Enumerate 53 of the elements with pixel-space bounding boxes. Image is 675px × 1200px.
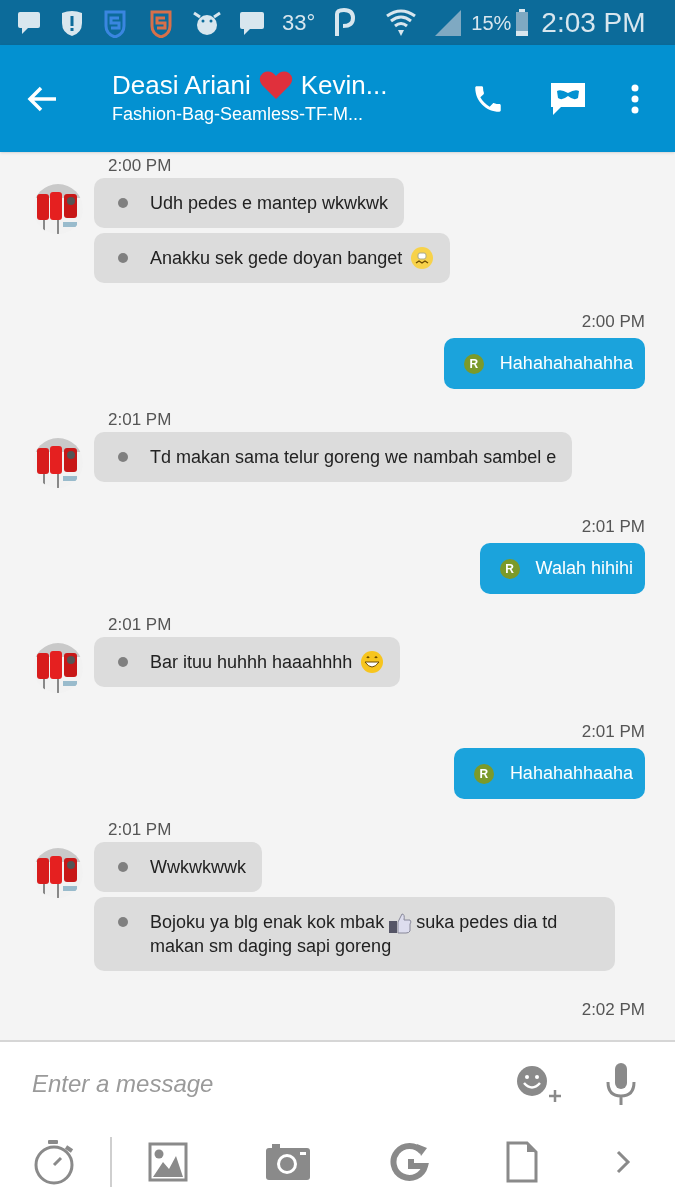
back-arrow-icon [26, 84, 58, 113]
image-icon [148, 1142, 188, 1182]
chat-title: Deasi Ariani [112, 68, 251, 102]
message-text: Td makan sama telur goreng we nambah sambel e [150, 446, 557, 469]
timer-button[interactable] [34, 1139, 76, 1185]
clock: 2:03 PM [541, 5, 646, 40]
signal-icon [433, 8, 464, 37]
thumbs-up-icon [388, 912, 413, 935]
message-text: Anakku sek gede doyan banget [150, 247, 403, 270]
chat-subtitle: Fashion-Bag-Seamless-TF-M... [112, 103, 365, 127]
gallery-button[interactable] [148, 1142, 188, 1182]
microphone-icon [605, 1062, 637, 1106]
temperature: 33° [282, 9, 316, 37]
worried-emoji-icon [410, 246, 435, 270]
message-text: Walah hihihi [535, 557, 633, 580]
chat-title: Kevin... [300, 68, 388, 102]
menu-button[interactable] [631, 83, 639, 114]
read-badge: R [473, 763, 494, 784]
more-button[interactable] [615, 1149, 631, 1175]
message-text: Bar ituu huhhh haaahhhh [150, 651, 353, 674]
battery-icon [515, 8, 530, 37]
message-text: Wwkwkwwk [150, 856, 246, 879]
message-text: Hahahahhaaha [509, 762, 633, 785]
masked-chat-icon [549, 80, 587, 117]
timestamp: 2:01 PM [581, 518, 645, 535]
chevron-right-icon [615, 1149, 631, 1175]
more-options-icon [631, 83, 639, 114]
message-text: Bojoku ya blg enak kok mbak suka pedes dia td makan sm daging sapi goreng [150, 911, 559, 959]
voice-button[interactable] [605, 1062, 637, 1106]
battery-percent: 15% [471, 10, 512, 36]
camera-icon [265, 1143, 312, 1181]
timestamp: 2:01 PM [108, 411, 173, 428]
timestamp: 2:01 PM [108, 616, 173, 633]
stopwatch-icon [34, 1139, 76, 1185]
chat-bubble-icon [238, 9, 266, 36]
camera-button[interactable] [265, 1143, 312, 1181]
read-badge: R [463, 353, 484, 374]
grinning-emoji-icon [360, 650, 385, 674]
wifi-icon [385, 7, 418, 38]
message-text: Udh pedes e mantep wkwkwk [150, 192, 389, 215]
message-text: Hahahahahahha [499, 352, 633, 375]
timestamp: 2:01 PM [108, 821, 173, 838]
message-input[interactable]: Enter a message [32, 1066, 515, 1102]
shield-alert-icon [60, 8, 84, 37]
timestamp: 2:01 PM [581, 723, 645, 740]
timestamp: 2:00 PM [581, 313, 645, 330]
timestamp: 2:00 PM [108, 157, 173, 174]
private-chat-button[interactable] [549, 80, 587, 117]
read-badge: R [499, 558, 520, 579]
timestamp: 2:02 PM [581, 1001, 645, 1019]
file-button[interactable] [505, 1141, 538, 1183]
document-icon [505, 1141, 538, 1183]
heart-icon [258, 70, 293, 100]
